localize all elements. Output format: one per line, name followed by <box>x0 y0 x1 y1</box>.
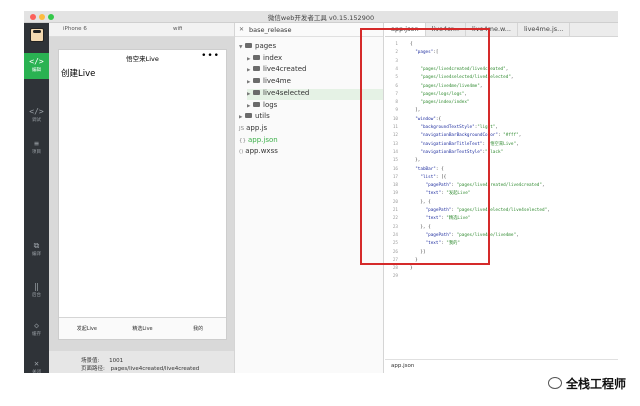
project-name: base_release <box>249 26 292 34</box>
phone-tab-created[interactable]: 发起Live <box>59 318 115 339</box>
watermark-text: 全栈工程师 <box>565 377 626 391</box>
leftbar-label: 后台 <box>32 293 41 298</box>
editor-status-bar: app.json <box>385 359 618 373</box>
tree-node-label: utils <box>255 112 270 121</box>
editor-tab[interactable]: live4me.js... <box>518 23 571 36</box>
tree-node-label: live4created <box>263 65 307 74</box>
tree-node-label: live4me <box>263 77 291 86</box>
leftbar-label: 编辑 <box>32 68 41 73</box>
devtools-window: 微信web开发者工具 v0.15.152900 </> 编辑 </> 调试 ≡ 项目 ⧉ 编译… <box>24 11 618 373</box>
wechat-icon <box>547 377 562 389</box>
network-select[interactable]: wifi <box>173 26 183 32</box>
tree-node-label: app.json <box>248 135 278 144</box>
more-icon[interactable]: ••• <box>201 51 220 61</box>
simulator-info: 场景值: 1001 页面路径: pages/live4created/live4… <box>49 351 234 373</box>
close-icon[interactable]: ✕ <box>239 26 244 33</box>
phone-tab-selected[interactable]: 精选Live <box>115 318 171 339</box>
leftbar-item-5[interactable]: ◇ 缓存 <box>24 317 49 343</box>
title-bar: 微信web开发者工具 v0.15.152900 <box>24 11 618 23</box>
phone-tab-me[interactable]: 我的 <box>170 318 226 339</box>
leftbar-icon: ≡ <box>34 139 39 148</box>
tree-node-label: app.wxss <box>245 147 278 156</box>
line-number: 29 <box>392 274 398 280</box>
path-label: 页面路径: <box>81 366 105 372</box>
folder-icon <box>245 113 252 119</box>
leftbar-label: 缓存 <box>32 332 41 337</box>
tree-node-label: app.js <box>246 123 268 132</box>
leftbar-icon: </> <box>29 107 44 116</box>
path-row: 页面路径: pages/live4created/live4created <box>81 364 199 372</box>
highlight-box <box>360 28 490 265</box>
phone-tab-bar: 发起Live 精选Live 我的 <box>59 317 226 339</box>
watermark: 全栈工程师 <box>547 375 626 392</box>
folder-icon <box>253 89 260 95</box>
path-value: pages/live4created/live4created <box>110 366 200 372</box>
folder-icon <box>253 101 260 107</box>
folder-icon <box>253 54 260 60</box>
leftbar-label: 编译 <box>32 252 41 257</box>
code-line: 29 <box>385 273 410 281</box>
file-icon: {} <box>239 137 246 144</box>
leftbar-icon: ‖ <box>34 282 39 291</box>
tree-node-label: pages <box>255 42 277 50</box>
leftbar-item-0[interactable]: </> 编辑 <box>24 53 49 79</box>
simulator-toolbar: iPhone 6 wifi <box>49 23 234 37</box>
phone-nav-bar: 悟空来Live ••• <box>59 50 226 64</box>
file-icon: () <box>239 149 244 156</box>
page-content-text: 创建Live <box>61 69 96 79</box>
leftbar-icon: </> <box>29 57 44 66</box>
leftbar-label: 项目 <box>32 150 41 155</box>
avatar[interactable] <box>30 28 44 42</box>
leftbar-item-3[interactable]: ⧉ 编译 <box>24 237 49 263</box>
leftbar-item-6[interactable]: ✕ 关闭 <box>24 355 49 373</box>
leftbar-label: 关闭 <box>32 370 41 373</box>
window-title: 微信web开发者工具 v0.15.152900 <box>267 14 375 22</box>
folder-icon <box>253 66 260 72</box>
folder-icon <box>245 43 252 48</box>
tree-node-label: logs <box>263 100 278 109</box>
leftbar-icon: ◇ <box>34 321 39 330</box>
leftbar-item-2[interactable]: ≡ 项目 <box>24 135 49 161</box>
leftbar-icon: ⧉ <box>33 241 40 250</box>
left-toolbar: </> 编辑 </> 调试 ≡ 项目 ⧉ 编译 ‖ 后台 ◇ 缓存 ✕ 关闭 <box>24 23 49 373</box>
leftbar-item-4[interactable]: ‖ 后台 <box>24 278 49 304</box>
scene-row: 场景值: 1001 <box>81 356 123 364</box>
phone-simulator: 悟空来Live ••• 创建Live 发起Live 精选Live 我的 <box>58 49 227 340</box>
leftbar-icon: ✕ <box>34 359 39 368</box>
leftbar-label: 调试 <box>32 118 41 123</box>
tree-node-label: live4selected <box>263 88 310 97</box>
line-number: 28 <box>392 266 398 272</box>
device-select[interactable]: iPhone 6 <box>63 26 87 32</box>
tree-node-label: index <box>263 53 283 62</box>
leftbar-item-1[interactable]: </> 调试 <box>24 103 49 129</box>
file-icon: JS <box>239 125 245 132</box>
folder-icon <box>253 78 260 84</box>
code-line: 28} <box>385 265 413 273</box>
